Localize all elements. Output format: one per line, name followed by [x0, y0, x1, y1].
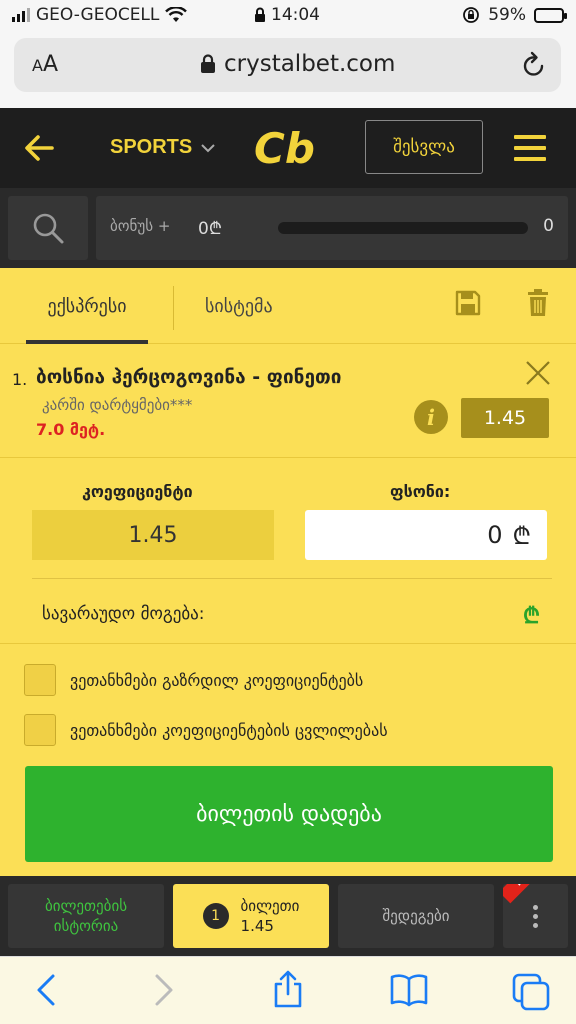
accept-increased-odds-label: ვეთანხმები გაზრდილ კოეფიციენტებს [70, 670, 364, 690]
event-market: კარში დარტყმები*** [42, 396, 193, 414]
accept-increased-odds-checkbox[interactable] [24, 664, 56, 696]
chevron-down-icon [201, 143, 215, 152]
carrier-name: GEO-GEOCELL [36, 5, 160, 25]
trash-icon [528, 289, 548, 316]
currency-icon: ₾ [512, 521, 531, 550]
arrow-left-icon [25, 135, 54, 161]
floppy-disk-icon [455, 290, 481, 316]
ticket-odds: 1.45 [240, 917, 274, 935]
event-title: ბოსნია ჰერცოგოვინა - ფინეთი [36, 366, 342, 388]
battery-percent: 59% [488, 5, 526, 25]
lock-icon [201, 54, 215, 73]
browser-forward-button[interactable] [152, 973, 176, 1011]
bet-history-line2: ისტორია [53, 917, 119, 935]
battery-icon [534, 7, 567, 23]
remove-event-button[interactable] [525, 360, 551, 390]
stake-label: ფსონი: [390, 482, 451, 501]
share-button[interactable] [272, 969, 304, 1013]
accept-increased-odds-option[interactable]: ვეთანხმები გაზრდილ კოეფიციენტებს [24, 664, 363, 696]
chevron-left-icon [37, 974, 55, 1006]
ticket-button[interactable]: 1 ბილეთი 1.45 [173, 884, 329, 948]
status-bar: GEO-GEOCELL 14:04 59% [0, 0, 576, 30]
wifi-icon [165, 7, 188, 22]
url-text: crystalbet.com [224, 51, 396, 77]
bet-event-row: 1. ბოსნია ჰერცოგოვინა - ფინეთი კარში დარ… [0, 346, 576, 458]
url-display[interactable]: crystalbet.com [200, 51, 395, 77]
potential-win-value: ₾ [523, 604, 540, 629]
hamburger-menu-icon[interactable] [514, 135, 546, 161]
bookmarks-button[interactable] [390, 973, 428, 1011]
login-button[interactable]: შესვლა [365, 120, 483, 174]
bet-type-tabs: ექსპრესი სისტემა [0, 268, 576, 344]
sports-dropdown[interactable]: SPORTS [110, 136, 216, 159]
browser-toolbar [0, 956, 576, 1024]
odds-change-label: 7.0 მეტ. [36, 420, 106, 439]
clock: 14:04 [271, 5, 320, 25]
reader-text-size-button[interactable]: AA [32, 52, 58, 77]
lock-icon [255, 7, 265, 22]
tab-express[interactable]: ექსპრესი [26, 268, 148, 344]
bottom-nav: ბილეთების ისტორია 1 ბილეთი 1.45 შედეგები… [0, 876, 576, 956]
carrier-group: GEO-GEOCELL [12, 5, 188, 25]
bonus-bar: ბონუს + 0₾ 0 [0, 188, 576, 268]
more-button[interactable]: NEW [503, 884, 568, 948]
event-number: 1. [12, 370, 28, 389]
share-icon [274, 970, 302, 1008]
browser-back-button[interactable] [34, 973, 58, 1011]
address-bar[interactable]: AA crystalbet.com [14, 38, 561, 92]
event-odds: 1.45 [461, 398, 549, 438]
status-right: 59% [462, 5, 567, 25]
bet-history-button[interactable]: ბილეთების ისტორია [8, 884, 164, 948]
tab-system[interactable]: სისტემა [205, 268, 273, 344]
bet-history-line1: ბილეთების [44, 896, 128, 915]
crystalbet-logo[interactable]: Cb [252, 122, 322, 172]
stake-input[interactable]: 0 ₾ [305, 510, 547, 560]
new-badge: NEW [503, 884, 546, 904]
back-button[interactable] [24, 134, 54, 166]
ticket-label: ბილეთი [240, 896, 300, 915]
reload-icon [523, 51, 544, 76]
accept-odds-change-label: ვეთანხმები კოეფიციენტების ცვლილებას [70, 720, 388, 740]
stake-value: 0 [487, 521, 503, 549]
book-icon [390, 974, 428, 1007]
tabs-icon [512, 973, 550, 1011]
bet-options: ვეთანხმები გაზრდილ კოეფიციენტებს ვეთანხმ… [0, 643, 576, 767]
app-header: SPORTS Cb შესვლა [0, 108, 576, 188]
tabs-button[interactable] [512, 973, 550, 1015]
search-button[interactable] [8, 196, 88, 260]
bonus-count: 0 [543, 216, 554, 236]
potential-win-label: სავარაუდო მოგება: [42, 604, 205, 624]
more-vertical-icon [533, 904, 538, 928]
info-icon[interactable]: i [414, 400, 448, 434]
bonus-label: ბონუს + [110, 217, 171, 235]
svg-text:Cb: Cb [254, 124, 315, 172]
bonus-progress-bar [278, 222, 528, 234]
clock-group: 14:04 [254, 5, 320, 25]
save-button[interactable] [455, 290, 481, 320]
chevron-right-icon [155, 974, 173, 1006]
close-icon [526, 361, 550, 385]
search-icon [33, 213, 64, 244]
clear-betslip-button[interactable] [527, 289, 549, 321]
place-bet-button[interactable]: ბილეთის დადება [25, 766, 553, 862]
coefficient-value: 1.45 [32, 510, 274, 560]
signal-icon [12, 8, 30, 22]
sports-label: SPORTS [110, 136, 193, 158]
results-button[interactable]: შედეგები [338, 884, 494, 948]
bonus-progress[interactable]: ბონუს + 0₾ 0 [96, 196, 568, 260]
bet-slip: ექსპრესი სისტემა 1. ბოსნია ჰერცოგოვინა -… [0, 268, 576, 876]
rotation-lock-icon [463, 7, 480, 23]
accept-odds-change-option[interactable]: ვეთანხმები კოეფიციენტების ცვლილებას [24, 714, 388, 746]
reload-button[interactable] [521, 51, 547, 83]
coefficient-label: კოეფიციენტი [82, 482, 193, 501]
accept-odds-change-checkbox[interactable] [24, 714, 56, 746]
divider [32, 578, 552, 579]
ticket-count-badge: 1 [202, 903, 229, 929]
bonus-amount: 0₾ [198, 219, 222, 239]
tab-divider [173, 286, 174, 330]
